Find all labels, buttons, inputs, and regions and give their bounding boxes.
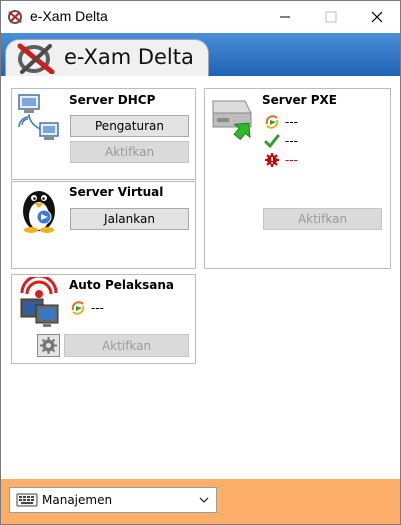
minimize-icon	[280, 16, 290, 18]
close-button[interactable]	[354, 1, 400, 33]
sync-pending-icon	[265, 115, 279, 129]
pxe-status-text-3: ---	[285, 153, 298, 167]
app-window: e-Xam Delta e-Xam Delta Server DHCP Peng…	[0, 0, 401, 525]
maximize-icon	[325, 11, 337, 23]
dhcp-activate-button[interactable]: Aktifkan	[70, 141, 189, 163]
network-computer-icon	[18, 94, 59, 140]
minimize-button[interactable]	[262, 1, 308, 33]
auto-activate-button[interactable]: Aktifkan	[64, 334, 189, 357]
exam-logo-icon	[17, 43, 55, 74]
app-logo-icon	[8, 10, 22, 24]
pxe-status-row-ok: ---	[264, 133, 298, 149]
panel-title-pxe: Server PXE	[262, 93, 337, 107]
pxe-server-drive-icon	[212, 100, 252, 141]
chevron-down-icon	[199, 497, 209, 503]
settings-gear-icon[interactable]	[37, 334, 60, 357]
pxe-status-text-1: ---	[285, 115, 298, 129]
mode-select[interactable]: Manajemen	[9, 487, 217, 513]
virtual-run-button[interactable]: Jalankan	[70, 208, 189, 230]
main-tab[interactable]: e-Xam Delta	[5, 39, 209, 77]
auto-status-row: ---	[70, 300, 104, 316]
tab-title: e-Xam Delta	[64, 45, 194, 69]
dhcp-settings-button[interactable]: Pengaturan	[70, 115, 189, 137]
pxe-status-row-error: ---	[264, 152, 298, 168]
header-bar: e-Xam Delta	[1, 33, 400, 77]
error-gear-icon	[265, 153, 279, 167]
keyboard-icon	[16, 493, 38, 507]
pxe-status-row-pending: ---	[264, 114, 298, 130]
checkmark-icon	[264, 134, 280, 149]
panel-title-auto: Auto Pelaksana	[69, 278, 174, 292]
title-bar: e-Xam Delta	[1, 1, 400, 33]
maximize-button[interactable]	[308, 1, 354, 33]
sync-pending-icon	[71, 301, 85, 315]
auto-status-text: ---	[91, 301, 104, 315]
content-area: Server DHCP Pengaturan Aktifkan Server V…	[1, 76, 400, 479]
pxe-status-text-2: ---	[285, 134, 298, 148]
panel-title-virtual: Server Virtual	[69, 185, 164, 199]
tux-penguin-icon	[23, 191, 55, 233]
window-title: e-Xam Delta	[30, 8, 108, 24]
auto-run-computer-icon	[20, 277, 59, 327]
footer-bar: Manajemen	[1, 479, 400, 524]
mode-select-value: Manajemen	[42, 493, 113, 507]
panel-server-virtual: Server Virtual Jalankan	[11, 181, 196, 269]
pxe-activate-button[interactable]: Aktifkan	[263, 208, 382, 230]
panel-server-dhcp: Server DHCP Pengaturan Aktifkan	[11, 88, 196, 180]
panel-server-pxe: Server PXE --- --- --- Aktifkan	[204, 88, 391, 269]
close-icon	[371, 11, 383, 23]
panel-title-dhcp: Server DHCP	[69, 93, 156, 107]
panel-auto-pelaksana: Auto Pelaksana --- Aktifkan	[11, 274, 196, 364]
